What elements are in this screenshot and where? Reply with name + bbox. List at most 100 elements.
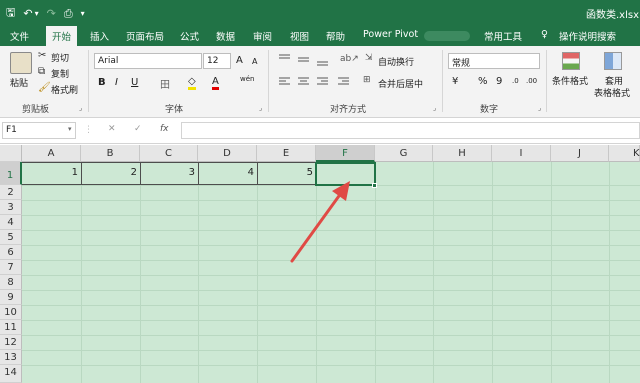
cell-d1[interactable]: 4 <box>198 162 257 184</box>
font-size-select[interactable]: 12 <box>203 53 231 69</box>
column-header[interactable]: B <box>81 145 140 162</box>
column-header[interactable]: I <box>492 145 551 162</box>
fill-handle[interactable] <box>372 183 377 188</box>
column-header[interactable]: J <box>551 145 609 162</box>
row-header[interactable]: 10 <box>0 305 22 320</box>
row-header[interactable]: 12 <box>0 335 22 350</box>
name-box[interactable]: F1 <box>2 122 76 139</box>
tell-me-search[interactable]: 操作说明搜索 <box>559 29 616 43</box>
decrease-decimal-icon[interactable]: .00 <box>526 77 537 85</box>
copy-icon[interactable]: ⧉ <box>38 66 45 77</box>
format-as-table-line2[interactable]: 表格格式 <box>594 86 630 99</box>
tab-home[interactable]: 开始 <box>46 26 78 46</box>
row-header[interactable]: 6 <box>0 245 22 260</box>
row-header[interactable]: 5 <box>0 230 22 245</box>
scissors-icon[interactable]: ✂ <box>38 50 46 61</box>
font-launcher-icon[interactable]: ⌟ <box>259 104 262 112</box>
row-header[interactable]: 9 <box>0 290 22 305</box>
undo-dropdown-icon[interactable]: ▾ <box>35 9 39 18</box>
undo-icon[interactable]: ↶ <box>23 7 32 20</box>
column-header[interactable]: G <box>375 145 433 162</box>
cell-c1[interactable]: 3 <box>140 162 198 184</box>
format-painter-button[interactable]: 格式刷 <box>51 83 78 96</box>
tab-formulas[interactable]: 公式 <box>180 29 199 43</box>
column-header[interactable]: D <box>198 145 257 162</box>
tab-help[interactable]: 帮助 <box>326 29 345 43</box>
row-header[interactable]: 4 <box>0 215 22 230</box>
increase-font-size-icon[interactable]: A <box>236 55 243 66</box>
redo-icon[interactable]: ↷ <box>47 7 56 20</box>
font-name-select[interactable]: Arial <box>94 53 202 69</box>
border-icon[interactable]: 田 <box>160 76 170 91</box>
tab-common-tools[interactable]: 常用工具 <box>484 29 522 43</box>
save-icon[interactable]: 🖫 <box>6 4 15 23</box>
alignment-launcher-icon[interactable]: ⌟ <box>433 104 436 112</box>
tab-view[interactable]: 视图 <box>290 29 309 43</box>
format-as-table-icon[interactable] <box>604 52 622 70</box>
font-color-icon[interactable]: A <box>212 76 219 90</box>
row-header[interactable]: 14 <box>0 365 22 383</box>
ribbon-tabs: 文件 开始 插入 页面布局 公式 数据 审阅 视图 帮助 Power Pivot… <box>0 24 640 46</box>
clipboard-launcher-icon[interactable]: ⌟ <box>79 104 82 112</box>
clipboard-group-label: 剪贴板 <box>22 105 50 115</box>
decrease-font-size-icon[interactable]: A <box>252 57 257 66</box>
enter-icon[interactable]: ✓ <box>134 124 142 134</box>
merge-center-button[interactable]: 合并后居中 <box>378 77 423 90</box>
cancel-icon[interactable]: ✕ <box>108 124 116 134</box>
insert-function-icon[interactable]: fx <box>160 124 169 134</box>
name-box-dropdown-icon[interactable]: ▾ <box>68 125 72 133</box>
vertical-align-icons[interactable] <box>278 53 334 67</box>
currency-format-icon[interactable]: ¥ <box>452 76 458 87</box>
paste-icon[interactable] <box>10 52 32 74</box>
comma-format-icon[interactable]: 9 <box>496 76 502 87</box>
tab-page-layout[interactable]: 页面布局 <box>126 29 164 43</box>
wrap-text-button[interactable]: 自动换行 <box>378 55 414 68</box>
customize-qat-icon[interactable]: ▾ <box>81 9 85 18</box>
row-header[interactable]: 2 <box>0 185 22 200</box>
cut-button[interactable]: 剪切 <box>51 51 69 64</box>
bold-button[interactable]: B <box>98 77 106 88</box>
column-header[interactable]: K <box>609 145 640 162</box>
underline-button[interactable]: U <box>131 77 138 88</box>
phonetic-guide-icon[interactable]: wén <box>240 75 254 83</box>
row-header[interactable]: 8 <box>0 275 22 290</box>
tab-data[interactable]: 数据 <box>216 29 235 43</box>
row-header-selected[interactable]: 1 <box>0 162 22 185</box>
format-painter-icon[interactable]: 🖌 <box>38 82 51 93</box>
number-launcher-icon[interactable]: ⌟ <box>538 104 541 112</box>
formula-input[interactable] <box>181 122 640 139</box>
italic-button[interactable]: I <box>115 77 118 88</box>
tab-file[interactable]: 文件 <box>10 29 29 43</box>
column-header[interactable]: H <box>433 145 492 162</box>
gridline <box>22 305 640 306</box>
orientation-icon[interactable]: ab↗ <box>340 54 359 64</box>
merge-center-icon[interactable]: ⊞ <box>363 75 371 85</box>
row-header[interactable]: 13 <box>0 350 22 365</box>
tab-insert[interactable]: 插入 <box>90 29 109 43</box>
tab-review[interactable]: 审阅 <box>253 29 272 43</box>
worksheet-grid[interactable]: A B C D E F G H I J K 1 2 3 4 5 6 7 8 9 … <box>0 145 640 383</box>
copy-button[interactable]: 复制 <box>51 67 69 80</box>
row-header[interactable]: 3 <box>0 200 22 215</box>
horizontal-align-icons[interactable] <box>278 76 358 88</box>
cell-a1[interactable]: 1 <box>22 162 81 184</box>
gridline <box>22 335 640 336</box>
paste-button[interactable]: 粘贴 <box>10 76 28 89</box>
increase-decimal-icon[interactable]: .0 <box>512 77 519 85</box>
number-format-select[interactable]: 常规 <box>448 53 540 69</box>
tab-power-pivot[interactable]: Power Pivot <box>363 29 418 40</box>
row-header[interactable]: 11 <box>0 320 22 335</box>
fill-color-icon[interactable]: ◇ <box>188 76 196 90</box>
print-preview-icon[interactable]: ⎙ <box>64 7 73 21</box>
column-header-selected[interactable]: F <box>316 145 375 162</box>
column-header[interactable]: C <box>140 145 198 162</box>
row-header[interactable]: 7 <box>0 260 22 275</box>
column-header[interactable]: E <box>257 145 316 162</box>
wrap-text-icon[interactable]: ⇲ <box>365 53 373 63</box>
column-header[interactable]: A <box>22 145 81 162</box>
percent-format-icon[interactable]: % <box>478 76 488 87</box>
conditional-format-icon[interactable] <box>562 52 580 70</box>
cell-b1[interactable]: 2 <box>81 162 140 184</box>
select-all-corner[interactable] <box>0 145 22 162</box>
conditional-format-button[interactable]: 条件格式 <box>552 74 588 87</box>
